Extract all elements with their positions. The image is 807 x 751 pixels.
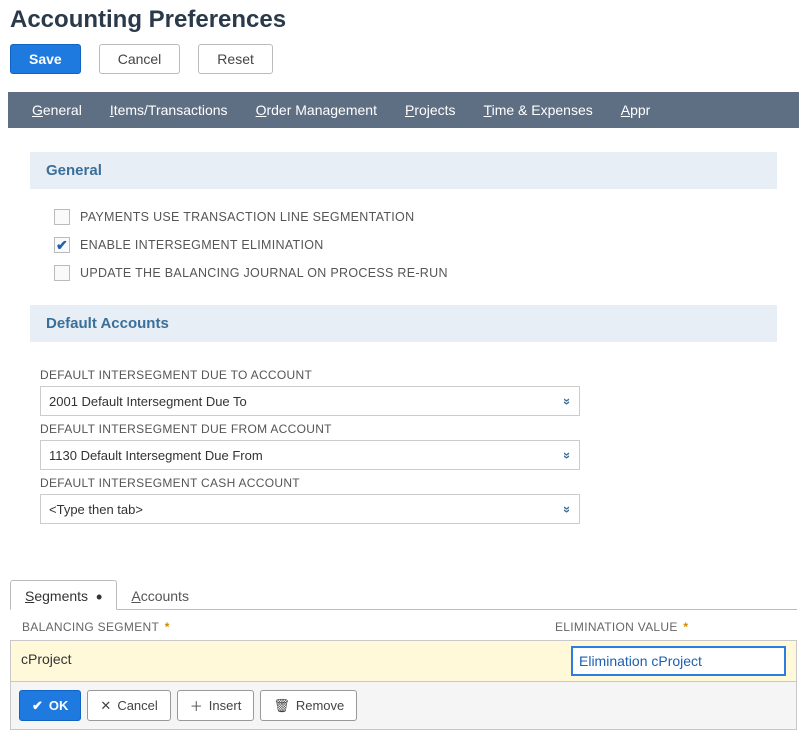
checkbox-enable-intersegment[interactable]: ✔	[54, 237, 70, 253]
subtab-segments[interactable]: Segments •	[10, 580, 117, 610]
check-icon: ✔	[32, 698, 43, 714]
cancel-button[interactable]: Cancel	[99, 44, 181, 74]
select-cash-account[interactable]: <Type then tab> »	[40, 494, 580, 524]
select-due-to-account[interactable]: 2001 Default Intersegment Due To »	[40, 386, 580, 416]
checkbox-payments-line-seg[interactable]	[54, 209, 70, 225]
tab-general[interactable]: General	[18, 94, 96, 126]
subtab-accounts[interactable]: Accounts	[117, 581, 203, 609]
grid-ok-button[interactable]: ✔ OK	[19, 690, 81, 721]
save-button[interactable]: Save	[10, 44, 81, 74]
checkbox-label: UPDATE THE BALANCING JOURNAL ON PROCESS …	[80, 266, 448, 280]
tab-order-management[interactable]: Order Management	[242, 94, 391, 126]
dirty-indicator-icon: •	[91, 587, 102, 607]
trash-icon: 🗑	[273, 698, 290, 714]
main-tab-bar: General Items/Transactions Order Managem…	[8, 92, 799, 128]
reset-button[interactable]: Reset	[198, 44, 273, 74]
grid-action-bar: ✔ OK ✕ Cancel ＋ Insert 🗑 Remove	[11, 682, 796, 729]
tab-approval[interactable]: Appr	[607, 94, 665, 126]
select-value: <Type then tab>	[49, 502, 143, 517]
required-star-icon: *	[680, 620, 689, 634]
field-label-due-from: DEFAULT INTERSEGMENT DUE FROM ACCOUNT	[40, 422, 767, 436]
dropdown-icon: »	[560, 505, 575, 512]
field-label-due-to: DEFAULT INTERSEGMENT DUE TO ACCOUNT	[40, 368, 767, 382]
dropdown-icon: »	[560, 397, 575, 404]
tab-items-transactions[interactable]: Items/Transactions	[96, 94, 242, 126]
tab-projects[interactable]: Projects	[391, 94, 470, 126]
dropdown-icon: »	[560, 451, 575, 458]
required-star-icon: *	[161, 620, 170, 634]
grid-cell-elimination-value-input[interactable]	[571, 646, 786, 676]
segments-grid: cProject ✔ OK ✕ Cancel ＋ Insert 🗑 Remove	[10, 640, 797, 730]
grid-cell-balancing-segment[interactable]: cProject	[11, 641, 566, 681]
page-title: Accounting Preferences	[0, 0, 807, 44]
checkbox-label: PAYMENTS USE TRANSACTION LINE SEGMENTATI…	[80, 210, 414, 224]
top-button-bar: Save Cancel Reset	[0, 44, 807, 92]
grid-col-balancing-segment: BALANCING SEGMENT	[22, 620, 159, 634]
x-icon: ✕	[100, 698, 111, 714]
sub-tab-bar: Segments • Accounts	[10, 580, 797, 610]
grid-insert-button[interactable]: ＋ Insert	[177, 690, 255, 721]
section-header-general: General	[30, 152, 777, 189]
section-header-default-accounts: Default Accounts	[30, 305, 777, 342]
checkbox-update-balancing[interactable]	[54, 265, 70, 281]
select-value: 1130 Default Intersegment Due From	[49, 448, 263, 463]
grid-cancel-button[interactable]: ✕ Cancel	[87, 690, 170, 721]
select-value: 2001 Default Intersegment Due To	[49, 394, 247, 409]
plus-icon: ＋	[190, 696, 203, 715]
select-due-from-account[interactable]: 1130 Default Intersegment Due From »	[40, 440, 580, 470]
grid-remove-button[interactable]: 🗑 Remove	[260, 690, 357, 721]
tab-time-expenses[interactable]: Time & Expenses	[470, 94, 607, 126]
grid-col-elimination-value: ELIMINATION VALUE	[555, 620, 678, 634]
grid-header: BALANCING SEGMENT * ELIMINATION VALUE *	[10, 612, 797, 640]
grid-row[interactable]: cProject	[11, 641, 796, 682]
field-label-cash: DEFAULT INTERSEGMENT CASH ACCOUNT	[40, 476, 767, 490]
checkbox-label: ENABLE INTERSEGMENT ELIMINATION	[80, 238, 324, 252]
